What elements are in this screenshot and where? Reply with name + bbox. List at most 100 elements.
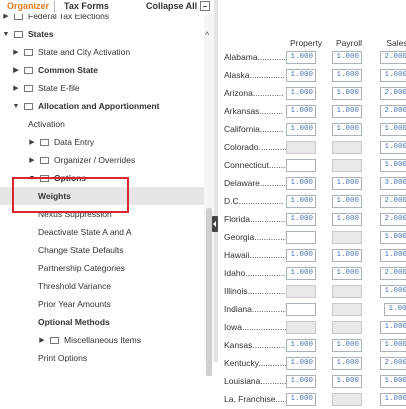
tree-item[interactable]: Print Options: [0, 349, 204, 362]
sales-weight-input[interactable]: 2.000: [380, 51, 406, 64]
property-weight-input[interactable]: [286, 159, 316, 172]
table-row: Kansas............... 1.000 1.000 1.000: [218, 337, 406, 355]
sales-weight-input[interactable]: 2.000: [380, 87, 406, 100]
tree-item[interactable]: ▶ Federal Tax Elections: [0, 14, 204, 25]
payroll-weight-input[interactable]: 1.000: [332, 123, 362, 136]
payroll-weight-input: [332, 141, 362, 154]
table-row: Connecticut......... 1.000: [218, 157, 406, 175]
sales-weight-input[interactable]: 1.000: [380, 285, 406, 298]
tree-item[interactable]: ▶ State E-file: [0, 79, 204, 97]
property-weight-input[interactable]: 1.000: [286, 213, 316, 226]
sales-weight-input[interactable]: 2.000: [380, 105, 406, 118]
property-weight-input: [286, 141, 316, 154]
tree-scrollbar[interactable]: ^: [204, 14, 214, 376]
sales-weight-input[interactable]: 2.000: [380, 357, 406, 370]
property-weight-input[interactable]: 1.000: [286, 69, 316, 82]
payroll-weight-input[interactable]: 1.000: [332, 375, 362, 388]
sales-weight-input[interactable]: 1.000: [380, 69, 406, 82]
scroll-up-icon[interactable]: ^: [205, 30, 209, 40]
payroll-weight-input[interactable]: 1.000: [332, 213, 362, 226]
property-weight-input[interactable]: 1.000: [286, 267, 316, 280]
caret-right-icon[interactable]: ▶: [28, 156, 36, 164]
payroll-weight-input[interactable]: 1.000: [332, 267, 362, 280]
caret-right-icon[interactable]: ▶: [28, 138, 36, 146]
payroll-weight-input[interactable]: 1.000: [332, 87, 362, 100]
caret-down-icon[interactable]: ▼: [2, 31, 10, 38]
tab-organizer[interactable]: Organizer: [7, 1, 49, 11]
property-weight-input[interactable]: 1.000: [286, 375, 316, 388]
payroll-weight-input[interactable]: 1.000: [332, 339, 362, 352]
tree-item[interactable]: ▶ Organizer / Overrides: [0, 151, 204, 169]
tree-item[interactable]: Prior Year Amounts: [0, 295, 204, 313]
sales-weight-input[interactable]: 2.000: [380, 267, 406, 280]
caret-right-icon[interactable]: ▶: [38, 336, 46, 344]
sales-weight-input[interactable]: 1.000: [380, 339, 406, 352]
state-label: Connecticut.........: [224, 160, 291, 170]
payroll-weight-input[interactable]: 1.000: [332, 69, 362, 82]
sales-weight-input[interactable]: 1.000: [380, 321, 406, 334]
folder-icon: [24, 48, 33, 56]
tree-item[interactable]: ▶ Data Entry: [0, 133, 204, 151]
table-row: Idaho.................. 1.000 1.000 2.000: [218, 265, 406, 283]
sales-weight-input[interactable]: 1.000: [380, 249, 406, 262]
caret-down-icon[interactable]: ▼: [12, 103, 20, 110]
tree-item[interactable]: Optional Methods: [0, 313, 204, 331]
sales-weight-input[interactable]: 1.000: [380, 393, 406, 406]
property-weight-input[interactable]: 1.000: [286, 177, 316, 190]
tree-item-label: Common State: [38, 65, 98, 75]
state-label: Iowa....................: [224, 322, 290, 332]
tree-item[interactable]: ▶ Miscellaneous Items: [0, 331, 204, 349]
property-weight-input[interactable]: 1.000: [286, 339, 316, 352]
table-row: D.C................... 1.000 1.000 2.000: [218, 193, 406, 211]
tab-tax-forms[interactable]: Tax Forms: [64, 1, 109, 11]
property-weight-input[interactable]: 1.000: [286, 123, 316, 136]
sales-weight-input[interactable]: 1.000: [380, 159, 406, 172]
sales-weight-input[interactable]: 1.000: [380, 123, 406, 136]
sales-weight-input[interactable]: 1.000: [380, 231, 406, 244]
property-weight-input[interactable]: 1.000: [286, 87, 316, 100]
sales-weight-input[interactable]: 2.000: [380, 213, 406, 226]
tree-item[interactable]: ▼ States: [0, 25, 204, 43]
payroll-weight-input[interactable]: 1.000: [332, 51, 362, 64]
payroll-weight-input[interactable]: 1.000: [332, 105, 362, 118]
tree-item[interactable]: ▶ State and City Activation: [0, 43, 204, 61]
caret-right-icon[interactable]: ▶: [12, 84, 20, 92]
property-weight-input[interactable]: [286, 303, 316, 316]
payroll-weight-input[interactable]: 1.000: [332, 357, 362, 370]
tree-item[interactable]: Change State Defaults: [0, 241, 204, 259]
tree-item[interactable]: Deactivate State A and A: [0, 223, 204, 241]
tree-item[interactable]: Threshold Variance: [0, 277, 204, 295]
state-label: Georgia...............: [224, 232, 290, 242]
payroll-weight-input[interactable]: 1.000: [332, 177, 362, 190]
tree-item-label: Optional Methods: [38, 317, 110, 327]
tree-item[interactable]: Partnership Categories: [0, 259, 204, 277]
collapse-all-button[interactable]: Collapse All: [146, 1, 211, 11]
tree-item-label: Print Options: [38, 353, 88, 362]
property-weight-input[interactable]: 1.000: [286, 51, 316, 64]
payroll-weight-input[interactable]: 1.000: [332, 249, 362, 262]
state-label: Alaska...............: [224, 70, 285, 80]
payroll-weight-input: [332, 159, 362, 172]
sales-weight-input[interactable]: 1.000: [380, 375, 406, 388]
scroll-thumb[interactable]: [206, 208, 212, 376]
tree-item[interactable]: ▶ Common State: [0, 61, 204, 79]
property-weight-input[interactable]: 1.000: [286, 249, 316, 262]
tree-item[interactable]: ▼ Allocation and Apportionment: [0, 97, 204, 115]
payroll-weight-input[interactable]: 1.000: [332, 195, 362, 208]
sales-weight-input[interactable]: 2.000: [380, 195, 406, 208]
sales-weight-input[interactable]: 1.000: [384, 303, 406, 316]
sales-weight-input[interactable]: 1.000: [380, 141, 406, 154]
caret-right-icon[interactable]: ▶: [12, 48, 20, 56]
property-weight-input[interactable]: [286, 231, 316, 244]
state-label: Indiana...............: [224, 304, 288, 314]
sales-weight-input[interactable]: 3.000: [380, 177, 406, 190]
payroll-weight-input: [332, 285, 362, 298]
property-weight-input[interactable]: 1.000: [286, 195, 316, 208]
weights-table: Property Payroll Sales Alabama..........…: [218, 0, 406, 406]
property-weight-input[interactable]: 1.000: [286, 105, 316, 118]
caret-right-icon[interactable]: ▶: [12, 66, 20, 74]
tree-item[interactable]: Activation: [0, 115, 204, 133]
property-weight-input[interactable]: 1.000: [286, 393, 316, 406]
property-weight-input[interactable]: 1.000: [286, 357, 316, 370]
caret-right-icon[interactable]: ▶: [2, 14, 10, 20]
